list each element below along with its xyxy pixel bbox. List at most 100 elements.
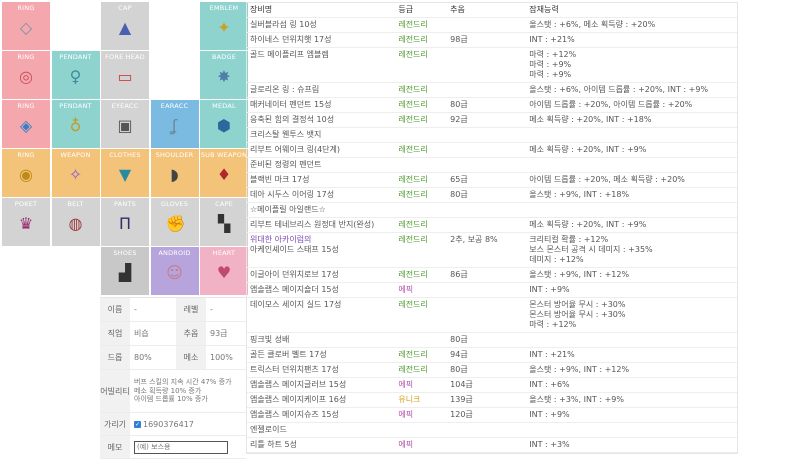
header-potential: 잠재능력 xyxy=(529,5,559,14)
ability-label: 어빌리티 xyxy=(100,370,130,412)
item-potential: 올스탯 : +9%, INT : +12% xyxy=(526,268,737,282)
table-row: 데아 시두스 이어링 17성 레전드리 80급 올스탯 : +9%, INT : +1… xyxy=(247,188,737,203)
item-name-text: 골든 클로버 벨트 17성 xyxy=(250,350,327,359)
character-info-panel: 이름 - 레벨 - 직업 비숍 추옵 93급 드롭 80% 메소 100% 어빌… xyxy=(100,297,246,459)
slot-poket[interactable]: POKET ♛ xyxy=(2,198,50,246)
slot-ring[interactable]: RING ◇ xyxy=(2,2,50,50)
slot-badge[interactable]: BADGE ✸ xyxy=(200,51,248,99)
item-name: 핑크빛 성배 xyxy=(247,333,395,347)
slot-pendant[interactable]: PENDANT ♁ xyxy=(51,100,100,148)
item-potential: INT : +3% xyxy=(526,438,737,452)
item-grade xyxy=(395,423,447,437)
item-name-text: 엔젤로이드 xyxy=(250,425,287,434)
info-row-drop: 드롭 80% 메소 100% xyxy=(100,346,246,370)
item-name-text: ☆메이플릴 아일랜드☆ xyxy=(250,205,326,214)
item-potential xyxy=(526,333,737,347)
table-row: 크리스탈 웬투스 뱃지 xyxy=(247,128,737,143)
item-stars xyxy=(447,143,526,157)
slot-label: PANTS xyxy=(114,200,136,208)
item-grade: 레전드리 xyxy=(398,270,428,279)
item-stars: 92급 xyxy=(450,115,468,124)
drop-label: 드롭 xyxy=(100,346,130,369)
item-potential: 몬스터 방어율 무시 : +30% 몬스터 방어율 무시 : +30% 마력 : +… xyxy=(526,298,737,332)
emblem-icon: ✦ xyxy=(217,18,231,37)
item-name: 데이모스 세이지 실드 17성 xyxy=(247,298,395,332)
item-grade: 레전드리 xyxy=(398,20,428,29)
slot-medal[interactable]: MEDAL ⬢ xyxy=(200,100,248,148)
item-name: ☆메이플릴 아일랜드☆ xyxy=(247,203,395,217)
slot-sub-weapon[interactable]: SUB WEAPON ♦ xyxy=(200,149,248,197)
item-potential: 마력 : +12% 마력 : +9% 마력 : +9% xyxy=(526,48,737,82)
item-name: 리부트 테네브리스 원정대 반지(완성) xyxy=(247,218,395,232)
slot-gloves[interactable]: GLOVES ✊ xyxy=(150,198,199,246)
item-grade: 레전드리 xyxy=(398,35,428,44)
table-body: 실버블라섬 링 10성 레전드리 올스탯 : +6%, 메소 획득량 : +20% 하… xyxy=(247,18,737,453)
gloves-icon: ✊ xyxy=(165,214,186,233)
empty-slot xyxy=(52,247,100,295)
table-row: 응축된 힘의 결정석 10성 레전드리 92급 메소 획득량 : +20%, INT … xyxy=(247,113,737,128)
table-row: 준비된 정령의 펜던트 xyxy=(247,158,737,173)
slot-cape[interactable]: CAPE ▚ xyxy=(200,198,248,246)
item-stars xyxy=(447,218,526,232)
slot-clothes[interactable]: CLOTHES ▼ xyxy=(101,149,149,197)
slot-earacc[interactable]: EARACC ʆ xyxy=(150,100,199,148)
potential-line: 올스탯 : +6%, 아이템 드롭률 : +20%, INT : +9% xyxy=(529,85,709,94)
slot-heart[interactable]: HEART ♥ xyxy=(200,247,248,295)
eye-accessory-icon: ▣ xyxy=(117,116,133,135)
item-stars: 98급 xyxy=(450,35,468,44)
slot-label: RING xyxy=(17,53,35,61)
potential-line: 몬스터 방어율 무시 : +30% xyxy=(529,310,626,319)
ability-line: 아이템 드롭률 10% 증가 xyxy=(134,395,208,404)
item-name-text: 응축된 힘의 결정석 10성 xyxy=(250,115,335,124)
pendant-icon: ♀ xyxy=(69,67,82,86)
table-row: 리틀 하트 5성 에픽 INT : +3% xyxy=(247,438,737,453)
item-stars: 80급 xyxy=(450,190,468,199)
slot-android[interactable]: ANDROID ☺ xyxy=(150,247,199,295)
slot-cap[interactable]: CAP ▲ xyxy=(101,2,149,50)
item-name: 준비된 정령의 펜던트 xyxy=(247,158,395,172)
slot-label: RING xyxy=(17,102,35,110)
item-name: 위대한 아카이럼의 아케인셰이드 스태프 15성 xyxy=(247,233,395,267)
info-row-memo: 메모 xyxy=(100,436,246,459)
shoulder-icon: ◗ xyxy=(170,165,179,184)
slot-label: CAP xyxy=(118,4,132,12)
item-grade: 레전드리 xyxy=(398,115,428,124)
slot-ring[interactable]: RING ◈ xyxy=(2,100,50,148)
empty-slot xyxy=(151,51,199,99)
slot-belt[interactable]: BELT ◍ xyxy=(51,198,100,246)
item-stars xyxy=(447,423,526,437)
slot-label: BELT xyxy=(67,200,84,208)
slot-ring[interactable]: RING ◎ xyxy=(2,51,50,99)
sub-weapon-icon: ♦ xyxy=(216,165,232,184)
item-potential xyxy=(526,203,737,217)
item-grade: 레전드리 xyxy=(398,85,428,94)
potential-line: INT : +21% xyxy=(529,350,575,359)
potential-line: 올스탯 : +9%, INT : +12% xyxy=(529,270,630,279)
empty-slot xyxy=(2,247,50,295)
table-row: 데이모스 세이지 실드 17성 레전드리 몬스터 방어율 무시 : +30% 몬스터 … xyxy=(247,298,737,333)
slot-emblem[interactable]: EMBLEM ✦ xyxy=(200,2,248,50)
android-icon: ☺ xyxy=(166,263,183,282)
diamond-ring-icon: ◇ xyxy=(19,18,33,37)
job-value: 비숍 xyxy=(134,329,149,338)
item-grade: 레전드리 xyxy=(398,100,428,109)
memo-input[interactable] xyxy=(134,440,228,454)
slot-label: EYEACC xyxy=(111,102,139,110)
slot-weapon[interactable]: WEAPON ✧ xyxy=(51,149,100,197)
potential-line: 마력 : +9% xyxy=(529,70,572,79)
slot-pendant[interactable]: PENDANT ♀ xyxy=(51,51,100,99)
table-row: 골드 메이플리프 엠블렘 레전드리 마력 : +12% 마력 : +9% 마력 : +9… xyxy=(247,48,737,83)
item-grade: 에픽 xyxy=(398,285,414,294)
hide-checkbox[interactable]: ✓ xyxy=(134,420,141,428)
slot-shoulder[interactable]: SHOULDER ◗ xyxy=(150,149,199,197)
slot-ring[interactable]: RING ◉ xyxy=(2,149,50,197)
slot-fore-head[interactable]: FORE HEAD ▭ xyxy=(101,51,149,99)
item-name-text-2: 아케인셰이드 스태프 15성 xyxy=(250,245,339,254)
item-grade xyxy=(395,158,447,172)
item-name: 엔젤로이드 xyxy=(247,423,395,437)
slot-shoes[interactable]: SHOES ▟ xyxy=(101,247,149,295)
slot-pants[interactable]: PANTS Π xyxy=(101,198,149,246)
item-name: 앱솔랩스 메이지슈즈 15성 xyxy=(247,408,395,422)
slot-eyeacc[interactable]: EYEACC ▣ xyxy=(101,100,149,148)
equipment-grid: RING ◇ CAP ▲ EMBLEM ✦ RING ◎ PENDANT ♀ FORE HEAD ▭ B… xyxy=(2,2,248,296)
